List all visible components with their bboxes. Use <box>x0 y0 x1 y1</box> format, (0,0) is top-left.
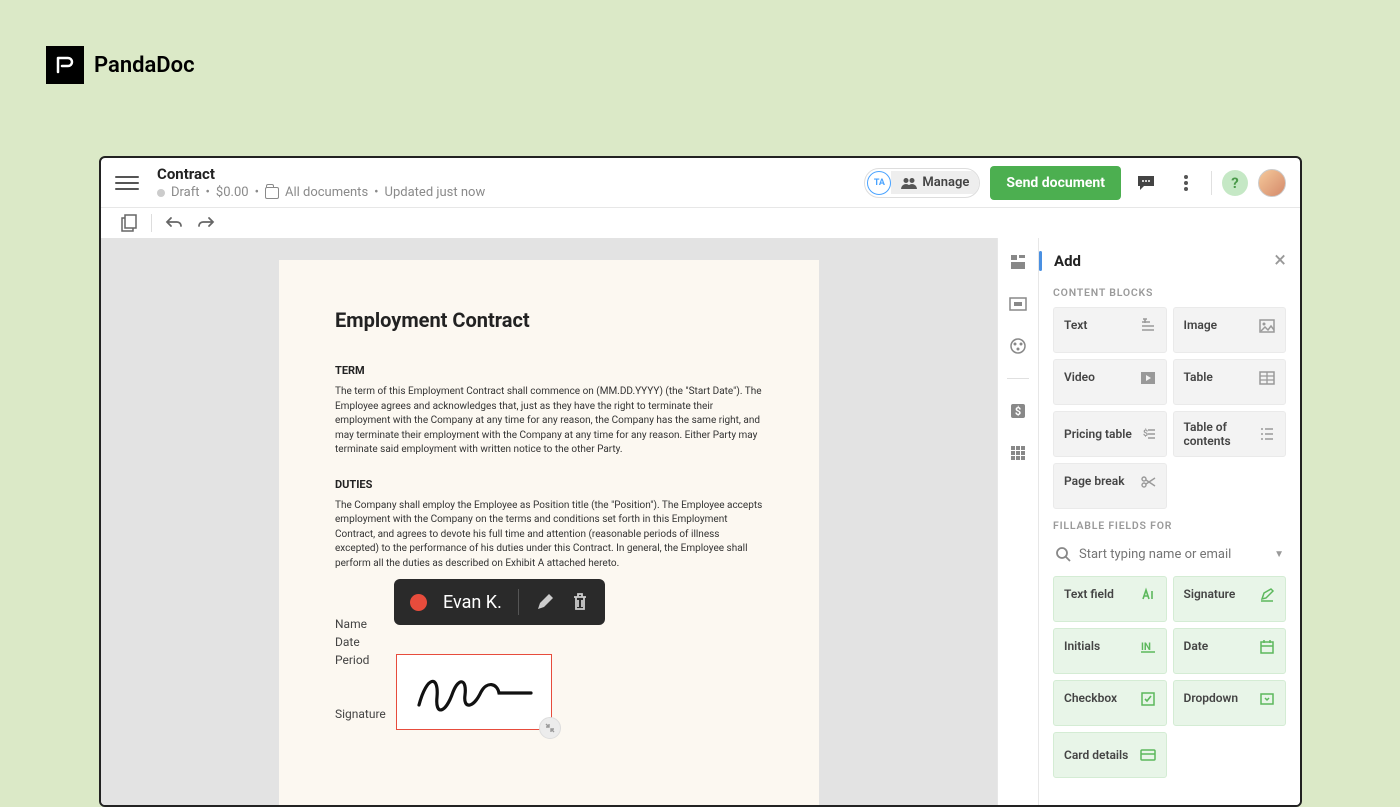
svg-text:$: $ <box>1143 428 1148 439</box>
field-text[interactable]: Text field <box>1053 576 1167 622</box>
user-avatar[interactable] <box>1258 169 1286 197</box>
field-dropdown[interactable]: Dropdown <box>1173 680 1287 726</box>
send-document-button[interactable]: Send document <box>990 166 1121 200</box>
doc-heading: Employment Contract <box>335 308 763 332</box>
status-dot <box>157 189 165 197</box>
signer-color-dot <box>410 594 427 611</box>
block-video[interactable]: Video <box>1053 359 1167 405</box>
help-button[interactable]: ? <box>1222 170 1248 196</box>
block-image[interactable]: Image <box>1173 307 1287 353</box>
logo-icon <box>46 46 84 84</box>
dropdown-caret-icon[interactable]: ▼ <box>1274 549 1284 560</box>
field-toolbar: Evan K. <box>394 579 605 625</box>
document-folder[interactable]: All documents <box>285 185 368 200</box>
redo-button[interactable] <box>196 213 216 233</box>
video-icon <box>1140 370 1156 386</box>
side-rail: $ <box>997 238 1039 805</box>
rail-content-icon[interactable] <box>1008 252 1028 272</box>
section-label-fillable: FILLABLE FIELDS FOR <box>1053 519 1286 532</box>
people-icon <box>901 177 917 189</box>
doc-paragraph: The Company shall employ the Employee as… <box>335 499 763 572</box>
document-amount: $0.00 <box>216 185 249 200</box>
rail-pricing-icon[interactable]: $ <box>1008 401 1028 421</box>
panel-title: Add <box>1054 252 1081 270</box>
table-icon <box>1259 370 1275 386</box>
document-title: Contract <box>157 165 864 183</box>
share-pill: TA Manage <box>864 168 980 198</box>
scissors-icon <box>1140 474 1156 490</box>
recipient-search[interactable]: ▼ <box>1053 540 1286 576</box>
close-panel-button[interactable]: × <box>1274 250 1286 272</box>
doc-section-title: DUTIES <box>335 478 763 491</box>
undo-button[interactable] <box>164 213 184 233</box>
brand-logo: PandaDoc <box>46 46 195 84</box>
rail-design-icon[interactable] <box>1008 336 1028 356</box>
document-updated: Updated just now <box>385 185 486 200</box>
document-meta: Contract Draft • $0.00 • All documents •… <box>157 165 864 200</box>
dropdown-icon <box>1259 691 1275 707</box>
checkbox-icon <box>1140 691 1156 707</box>
card-icon <box>1140 747 1156 763</box>
field-signature[interactable]: Signature <box>1173 576 1287 622</box>
signature-field[interactable] <box>396 654 552 730</box>
block-text[interactable]: Text <box>1053 307 1167 353</box>
resize-handle[interactable] <box>539 717 561 739</box>
comments-button[interactable] <box>1131 168 1161 198</box>
field-date[interactable]: Date <box>1173 628 1287 674</box>
delete-field-button[interactable] <box>571 592 589 612</box>
document-status: Draft <box>171 185 200 200</box>
toc-icon <box>1259 426 1275 442</box>
block-table[interactable]: Table <box>1173 359 1287 405</box>
signature-icon <box>409 667 539 717</box>
pricing-icon: $ <box>1140 426 1156 442</box>
app-window: Contract Draft • $0.00 • All documents •… <box>99 156 1302 807</box>
field-initials[interactable]: Initials IN <box>1053 628 1167 674</box>
svg-text:$: $ <box>1015 405 1021 418</box>
doc-section-title: TERM <box>335 364 763 377</box>
calendar-icon <box>1259 639 1275 655</box>
signer-name[interactable]: Evan K. <box>443 592 502 613</box>
field-label-date: Date <box>335 633 763 651</box>
search-icon <box>1055 546 1071 562</box>
field-checkbox[interactable]: Checkbox <box>1053 680 1167 726</box>
brand-name: PandaDoc <box>94 53 195 78</box>
menu-button[interactable] <box>115 171 139 195</box>
manage-button[interactable]: Manage <box>891 171 979 194</box>
field-card-details[interactable]: Card details <box>1053 732 1167 778</box>
initials-icon: IN <box>1140 639 1156 655</box>
block-pricing-table[interactable]: Pricing table $ <box>1053 411 1167 457</box>
image-icon <box>1259 318 1275 334</box>
block-page-break[interactable]: Page break <box>1053 463 1167 509</box>
collaborator-avatar[interactable]: TA <box>867 171 891 195</box>
doc-paragraph: The term of this Employment Contract sha… <box>335 385 763 458</box>
pages-button[interactable] <box>119 213 139 233</box>
text-field-icon <box>1140 587 1156 603</box>
section-label-content: CONTENT BLOCKS <box>1053 286 1286 299</box>
folder-icon <box>265 187 279 199</box>
edit-field-button[interactable] <box>535 592 555 612</box>
more-menu-button[interactable] <box>1171 168 1201 198</box>
top-bar: Contract Draft • $0.00 • All documents •… <box>101 158 1300 208</box>
text-icon <box>1140 318 1156 334</box>
add-panel: Add × CONTENT BLOCKS Text Image Video <box>1039 238 1300 805</box>
block-toc[interactable]: Table of contents <box>1173 411 1287 457</box>
signature-field-icon <box>1259 587 1275 603</box>
rail-variables-icon[interactable] <box>1008 294 1028 314</box>
document-canvas[interactable]: Employment Contract TERM The term of thi… <box>101 238 997 805</box>
toolbar <box>101 208 1300 238</box>
recipient-input[interactable] <box>1079 547 1266 562</box>
rail-apps-icon[interactable] <box>1008 443 1028 463</box>
